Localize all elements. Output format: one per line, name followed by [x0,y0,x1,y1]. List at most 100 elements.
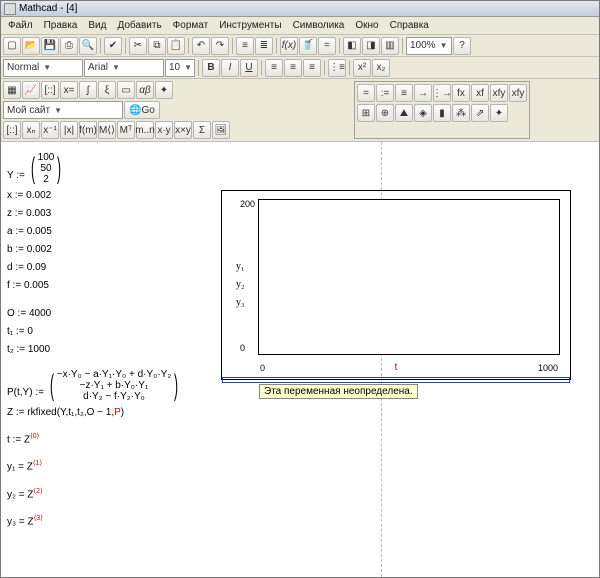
t-assign[interactable]: t := Z⟨0⟩ [7,432,177,447]
def-f[interactable]: f := 0.005 [7,279,177,293]
menu-format[interactable]: Формат [168,19,214,32]
go-button[interactable]: 🌐 Go [124,101,160,119]
transpose-icon[interactable]: Mᵀ [117,121,135,139]
bullets-icon[interactable]: ⋮≡ [328,59,346,77]
def-z[interactable]: z := 0.003 [7,207,177,221]
unit-icon[interactable]: 🥤 [299,37,317,55]
align2-icon[interactable]: ≣ [255,37,273,55]
fx-icon[interactable]: fx [452,84,470,102]
xfy-icon[interactable]: xfy [490,84,508,102]
subscript-icon[interactable]: x₂ [372,59,390,77]
style-combo[interactable]: Normal▼ [3,59,83,77]
help-icon[interactable]: ? [453,37,471,55]
save-icon[interactable]: 💾 [41,37,59,55]
magnitude-icon[interactable]: |x| [60,121,78,139]
programming-icon[interactable]: ▭ [117,81,135,99]
redo-icon[interactable]: ↷ [211,37,229,55]
y-trace-2[interactable]: y₂ [236,279,245,290]
cut-icon[interactable]: ✂ [129,37,147,55]
def-O[interactable]: O := 4000 [7,307,177,321]
y2-assign[interactable]: y₂ = Z⟨2⟩ [7,487,177,502]
global-icon[interactable]: ≡ [395,84,413,102]
vector-plot-icon[interactable]: ⇗ [471,104,489,122]
scatter3d-icon[interactable]: ⁂ [452,104,470,122]
cross-icon[interactable]: x×y [174,121,192,139]
spellcheck-icon[interactable]: ✔ [104,37,122,55]
symkey-icon[interactable]: ⋮→ [433,84,451,102]
site-combo[interactable]: Мой сайт▼ [3,101,123,119]
paste-icon[interactable]: 📋 [167,37,185,55]
Y-definition[interactable]: Y := ( 100 50 2 ) [7,152,177,185]
y1-assign[interactable]: y₁ = Z⟨1⟩ [7,459,177,474]
contour-plot-icon[interactable]: ◈ [414,104,432,122]
component-icon[interactable]: ◧ [343,37,361,55]
menu-view[interactable]: Вид [83,19,111,32]
range-icon[interactable]: m..n [136,121,154,139]
vectorize-icon[interactable]: f(m) [79,121,97,139]
menu-tools[interactable]: Инструменты [214,19,286,32]
zoom-combo[interactable]: 100%▼ [406,37,452,55]
eval-icon[interactable]: x= [60,81,78,99]
open-icon[interactable]: 📂 [22,37,40,55]
plot-wizard-icon[interactable]: ✦ [490,104,508,122]
xy-plot[interactable]: 200 y₁ y₂ y₃ 0 0 t 1000 [221,190,571,380]
symbolic-icon[interactable]: ✦ [155,81,173,99]
undo-icon[interactable]: ↶ [192,37,210,55]
subscript-tool-icon[interactable]: xₙ [22,121,40,139]
new-icon[interactable]: ▢ [3,37,21,55]
calc-icon[interactable]: = [318,37,336,55]
picture-icon[interactable]: 🖼 [212,121,230,139]
polar-plot-icon[interactable]: ⊕ [376,104,394,122]
menu-insert[interactable]: Добавить [112,19,166,32]
P-definition[interactable]: P(t,Y) := ( −x·Y₀ − a·Y₁·Y₀ + d·Y₀·Y₂ −z… [7,369,177,402]
align-center-icon[interactable]: ≡ [284,59,302,77]
copy-icon[interactable]: ⧉ [148,37,166,55]
size-combo[interactable]: 10▼ [165,59,195,77]
align-left-icon[interactable]: ≡ [265,59,283,77]
bold-icon[interactable]: B [202,59,220,77]
sum-icon[interactable]: Σ [193,121,211,139]
math-region[interactable]: Y := ( 100 50 2 ) x := 0.002 z := 0.003 … [7,152,177,533]
component2-icon[interactable]: ◨ [362,37,380,55]
selection-handle[interactable] [222,377,570,383]
y-trace-1[interactable]: y₁ [236,261,245,272]
assign-icon[interactable]: := [376,84,394,102]
def-x[interactable]: x := 0.002 [7,189,177,203]
x-axis-var[interactable]: t [395,362,398,373]
graph-icon[interactable]: 📈 [22,81,40,99]
def-t2[interactable]: t₂ := 1000 [7,343,177,357]
menu-edit[interactable]: Правка [39,19,83,32]
calculator-icon[interactable]: ▦ [3,81,21,99]
symeval-icon[interactable]: → [414,84,432,102]
dot-icon[interactable]: x·y [155,121,173,139]
def-d[interactable]: d := 0.09 [7,261,177,275]
menu-help[interactable]: Справка [385,19,434,32]
calculus-icon[interactable]: ∫ [79,81,97,99]
superscript-icon[interactable]: x² [353,59,371,77]
def-t1[interactable]: t₁ := 0 [7,325,177,339]
equal-icon[interactable]: = [357,84,375,102]
y3-assign[interactable]: y₃ = Z⟨3⟩ [7,514,177,529]
matrix-icon[interactable]: [::] [41,81,59,99]
component3-icon[interactable]: ▥ [381,37,399,55]
print-icon[interactable]: ⎙ [60,37,78,55]
menu-file[interactable]: Файл [3,19,38,32]
greek-icon[interactable]: αβ [136,81,154,99]
font-combo[interactable]: Arial▼ [84,59,164,77]
xf-icon[interactable]: xf [471,84,489,102]
menu-window[interactable]: Окно [350,19,383,32]
inverse-icon[interactable]: x⁻¹ [41,121,59,139]
preview-icon[interactable]: 🔍 [79,37,97,55]
def-a[interactable]: a := 0.005 [7,225,177,239]
xy-plot-icon[interactable]: ⊞ [357,104,375,122]
Z-definition[interactable]: Z := rkfixed(Y,t₁,t₂,O − 1,P) [7,406,177,420]
xfy2-icon[interactable]: xfy [509,84,527,102]
menu-symbolic[interactable]: Символика [288,19,350,32]
underline-icon[interactable]: U [240,59,258,77]
surface-plot-icon[interactable]: ⛰ [395,104,413,122]
align-icon[interactable]: ≡ [236,37,254,55]
italic-icon[interactable]: I [221,59,239,77]
def-b[interactable]: b := 0.002 [7,243,177,257]
column-icon[interactable]: M⟨⟩ [98,121,116,139]
function-icon[interactable]: f(x) [280,37,298,55]
